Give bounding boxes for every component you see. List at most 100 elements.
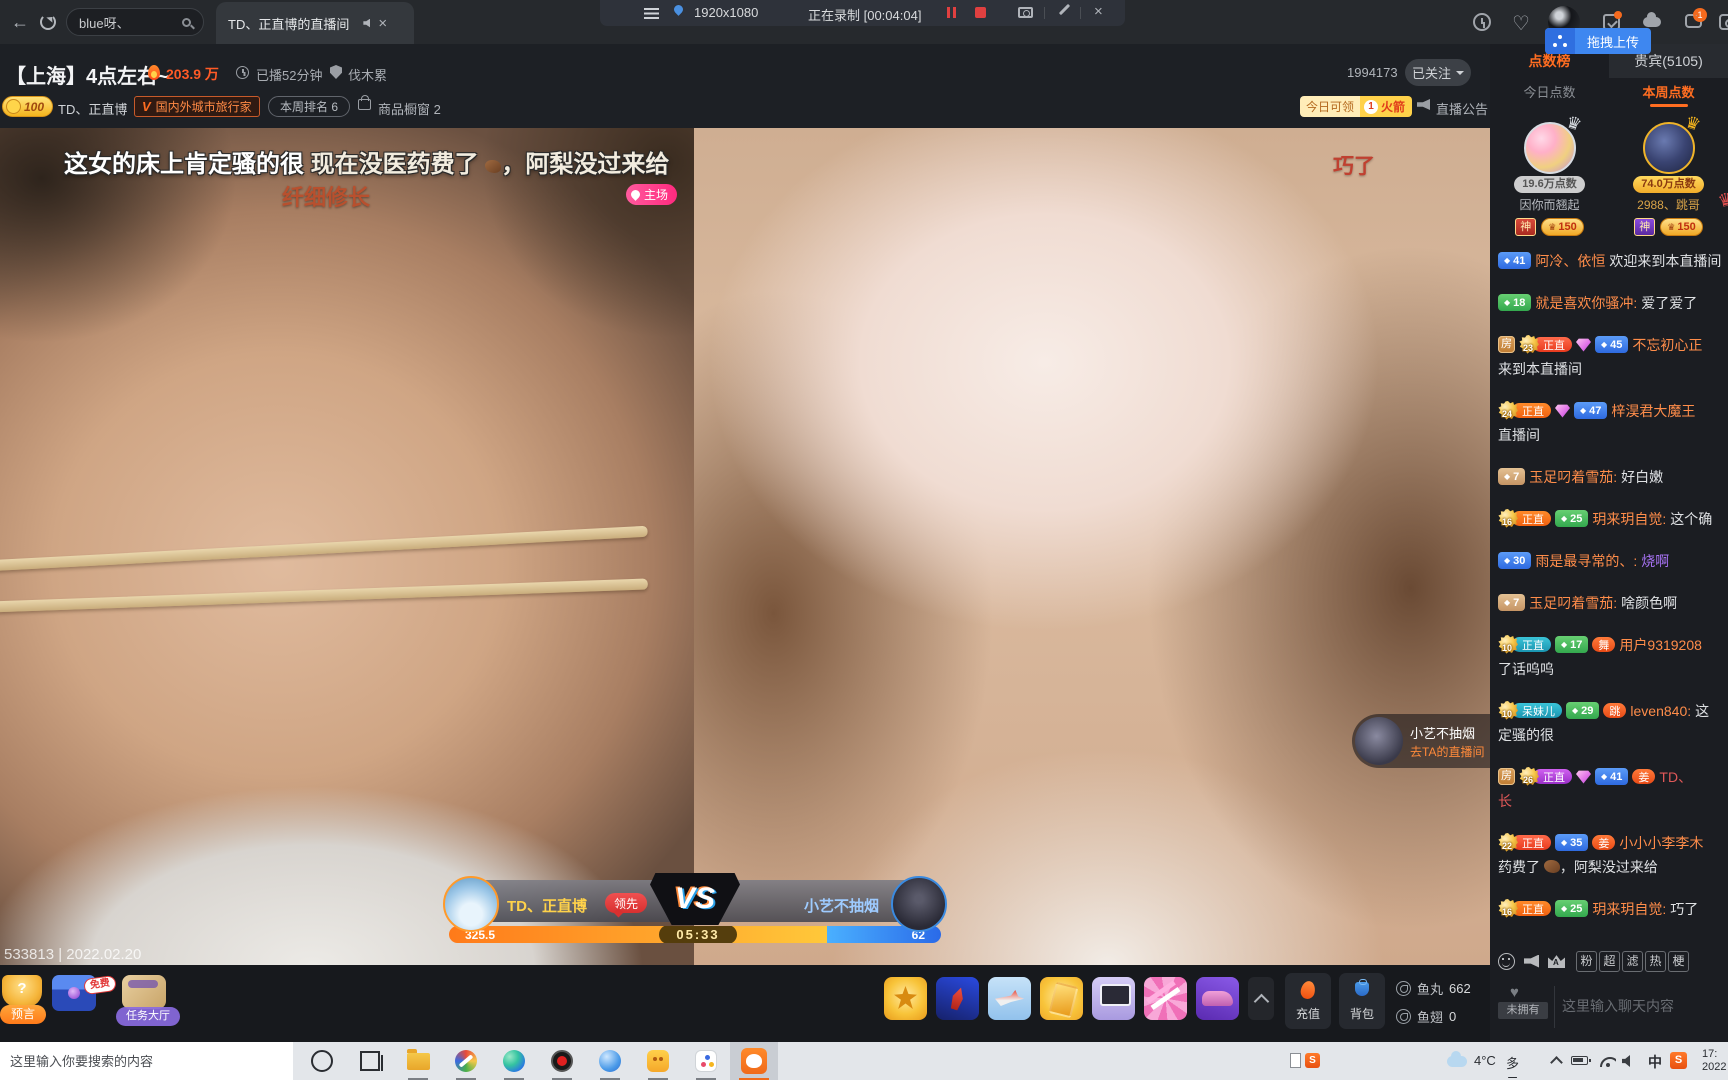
wifi-icon[interactable]: [1600, 1055, 1616, 1067]
verified-tag[interactable]: V 国内外城市旅行家: [134, 96, 260, 117]
taskbar-screen-recorder[interactable]: [538, 1042, 586, 1080]
chat-user-name[interactable]: 用户9319208: [1619, 635, 1702, 655]
stop-recording-button[interactable]: [975, 7, 986, 18]
volume-icon[interactable]: [1622, 1055, 1630, 1067]
gift-game-console[interactable]: [1092, 977, 1135, 1020]
tray-expand-icon[interactable]: [1550, 1056, 1563, 1069]
announcement-label[interactable]: 直播公告: [1436, 99, 1488, 118]
ime-indicator[interactable]: 中: [1648, 1052, 1662, 1072]
pin-icon[interactable]: [672, 3, 685, 16]
broadcast-horn-icon[interactable]: [1524, 954, 1539, 968]
taskbar-qq-browser[interactable]: [586, 1042, 634, 1080]
left-stream-video[interactable]: [0, 128, 694, 965]
fish-fin-row[interactable]: 鱼翅 0: [1396, 1005, 1471, 1027]
chat-message[interactable]: 10 正直 ◆ 17 舞用户9319208 了话呜呜: [1498, 634, 1728, 679]
chat-filter-button-粉[interactable]: 粉: [1576, 950, 1597, 972]
goto-opponent-room-link[interactable]: 去TA的直播间: [1410, 743, 1484, 760]
chat-user-name[interactable]: 玥来玥自觉:: [1592, 899, 1666, 919]
chat-filter-button-滤[interactable]: 滤: [1622, 950, 1643, 972]
chat-message[interactable]: ◆ 7 玉足叼着雪茄: 啥颜色啊: [1498, 592, 1728, 613]
prediction-label[interactable]: 预言: [0, 1005, 46, 1024]
gift-fighter-jet[interactable]: [988, 977, 1031, 1020]
shop-window-label[interactable]: 商品橱窗 2: [378, 99, 441, 118]
taskbar-clock[interactable]: 17: 2022: [1702, 1048, 1728, 1076]
annotate-icon[interactable]: [1058, 3, 1071, 16]
home-icon[interactable]: [1719, 14, 1728, 30]
screenshot-icon[interactable]: [1018, 7, 1033, 18]
messages-icon[interactable]: 1: [1685, 8, 1707, 28]
tab-close-icon[interactable]: ×: [378, 15, 387, 32]
address-search-input[interactable]: blue呀、: [66, 8, 204, 36]
fan-badge-heart-icon[interactable]: ♥: [1510, 984, 1519, 1001]
taskbar-douyu-hive[interactable]: [682, 1042, 730, 1080]
task-hall-label[interactable]: 任务大厅: [116, 1007, 180, 1026]
taskbar-file-explorer[interactable]: [394, 1042, 442, 1080]
gift-pink-gift[interactable]: [1144, 977, 1187, 1020]
weather-condition[interactable]: 多云: [1506, 1053, 1519, 1080]
opponent-avatar[interactable]: [1355, 717, 1403, 765]
chat-user-name[interactable]: 玉足叼着雪茄:: [1529, 467, 1617, 487]
taskbar-edge-browser[interactable]: [490, 1042, 538, 1080]
chat-user-name[interactable]: 玥来玥自觉:: [1592, 509, 1666, 529]
chat-message[interactable]: ◆ 18 就是喜欢你骚冲: 爱了爱了: [1498, 292, 1728, 313]
chat-input[interactable]: [1562, 984, 1722, 1028]
chat-user-name[interactable]: 雨是最寻常的、:: [1535, 551, 1637, 571]
chat-user-name[interactable]: 梓淏君大魔王: [1611, 401, 1695, 421]
right-stream-video[interactable]: [694, 128, 1490, 965]
chat-user-name[interactable]: 不忘初心正: [1632, 335, 1702, 355]
chat-message[interactable]: 16 正直 ◆ 25 玥来玥自觉: 巧了: [1498, 898, 1728, 919]
gift-expand-button[interactable]: [1248, 977, 1274, 1020]
gift-red-rocket[interactable]: [936, 977, 979, 1020]
taskbar-yy-voice[interactable]: [634, 1042, 682, 1080]
taskbar-pinwheel-app[interactable]: [442, 1042, 490, 1080]
weather-cloud-icon[interactable]: [1447, 1051, 1467, 1067]
subtab-today-points[interactable]: 今日点数: [1490, 82, 1609, 101]
sogou-tray-icon[interactable]: S: [1305, 1053, 1320, 1068]
week-rank-pill[interactable]: 本周排名 6: [268, 96, 351, 117]
chat-filter-button-热[interactable]: 热: [1645, 950, 1666, 972]
noble-crown-icon[interactable]: [1548, 955, 1565, 968]
recorder-menu-icon[interactable]: [644, 8, 659, 19]
chat-user-name[interactable]: 就是喜欢你骚冲:: [1535, 293, 1637, 313]
document-tray-icon[interactable]: [1290, 1053, 1301, 1068]
streamer-name[interactable]: TD、正直博: [58, 99, 127, 118]
battery-icon[interactable]: [1571, 1056, 1591, 1065]
chat-message[interactable]: 房 23 正直 ◆ 45 不忘初心正 来到本直播间: [1498, 334, 1728, 379]
task-scroll-icon[interactable]: [122, 975, 166, 1009]
pause-recording-button[interactable]: [947, 7, 956, 18]
favorites-icon[interactable]: [1512, 11, 1534, 33]
recharge-button[interactable]: 充值: [1285, 973, 1331, 1029]
chat-filter-button-梗[interactable]: 梗: [1668, 950, 1689, 972]
chat-user-name[interactable]: 阿冷、依恒: [1535, 251, 1605, 271]
chat-message[interactable]: ◆ 30 雨是最寻常的、: 烧啊: [1498, 550, 1728, 571]
back-icon[interactable]: [8, 10, 32, 34]
sogou-ime-icon[interactable]: S: [1670, 1052, 1687, 1069]
taskbar-task-view[interactable]: [346, 1042, 394, 1080]
chat-filter-button-超[interactable]: 超: [1599, 950, 1620, 972]
chat-message[interactable]: 24 正直 ◆ 47 梓淏君大魔王 直播间: [1498, 400, 1728, 445]
gift-purple-cruiser[interactable]: [1196, 977, 1239, 1020]
taskbar-search-input[interactable]: [0, 1042, 293, 1080]
pk-left-avatar[interactable]: [443, 876, 499, 932]
chat-message[interactable]: 22 正直 ◆ 35 姜小小小李李木 药费了 ，阿梨没过来给: [1498, 832, 1728, 877]
tab-audio-icon[interactable]: [363, 18, 371, 28]
gift-gold-card[interactable]: [1040, 977, 1083, 1020]
gift-golden-phoenix[interactable]: [884, 977, 927, 1020]
chat-message[interactable]: 房 26 正直 ◆ 41 姜 TD、长: [1498, 766, 1728, 811]
chat-message[interactable]: 16 正直 ◆ 25 玥来玥自觉: 这个确: [1498, 508, 1728, 529]
taskbar-cortana[interactable]: [298, 1042, 346, 1080]
recorder-close-icon[interactable]: ×: [1094, 3, 1103, 20]
prediction-trophy-icon[interactable]: [2, 975, 42, 1007]
emoji-icon[interactable]: [1498, 952, 1515, 970]
pk-right-avatar[interactable]: [891, 876, 947, 932]
fish-ball-row[interactable]: 鱼丸 662: [1396, 977, 1471, 999]
taskbar-douyu-client[interactable]: [730, 1042, 778, 1080]
chat-message[interactable]: ◆ 41 阿冷、依恒 欢迎来到本直播间: [1498, 250, 1728, 271]
chat-user-name[interactable]: leven840:: [1630, 703, 1691, 719]
weather-temperature[interactable]: 4°C: [1474, 1053, 1496, 1068]
followed-button[interactable]: 已关注: [1405, 59, 1471, 86]
rank-card-today[interactable]: ♛ 19.6万点数 因你而翘起 神 150: [1490, 112, 1609, 236]
rank-card-week[interactable]: ♛ 74.0万点数 2988、跳哥 神 150: [1609, 112, 1728, 236]
daily-claim-badge[interactable]: 今日可领 1 火箭: [1300, 96, 1413, 117]
browser-tab[interactable]: TD、正直博的直播间 ×: [216, 2, 414, 44]
